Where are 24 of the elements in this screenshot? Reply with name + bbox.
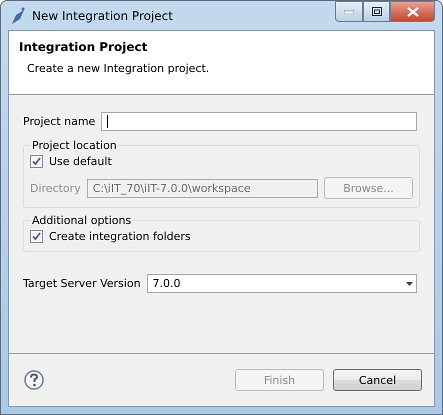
page-description: Create a new Integration project.: [27, 62, 210, 75]
checkbox-label: Create integration folders: [49, 230, 191, 243]
close-button[interactable]: [390, 1, 435, 22]
maximize-icon: [372, 7, 382, 16]
window-title: New Integration Project: [32, 8, 174, 22]
app-icon: [10, 6, 26, 24]
project-name-field[interactable]: [101, 112, 417, 131]
field-label: Project name: [23, 115, 96, 128]
dropdown-arrow-icon: [406, 282, 413, 286]
target-server-dropdown[interactable]: 7.0.0: [146, 274, 417, 293]
group-legend: Additional options: [30, 214, 134, 227]
minimize-icon: [344, 10, 354, 14]
checkbox[interactable]: [30, 230, 43, 243]
dialog-button[interactable]: Cancel: [333, 369, 422, 391]
page-title: Integration Project: [19, 40, 148, 54]
field-label: Directory: [30, 182, 81, 194]
checkbox-label: Use default: [49, 155, 112, 168]
maximize-button[interactable]: [363, 1, 390, 22]
minimize-button[interactable]: [335, 1, 363, 22]
checkbox[interactable]: [30, 155, 43, 168]
close-icon: [406, 6, 418, 16]
field-label: Target Server Version: [23, 277, 141, 290]
group-legend: Project location: [30, 139, 119, 152]
help-icon[interactable]: [24, 370, 44, 390]
